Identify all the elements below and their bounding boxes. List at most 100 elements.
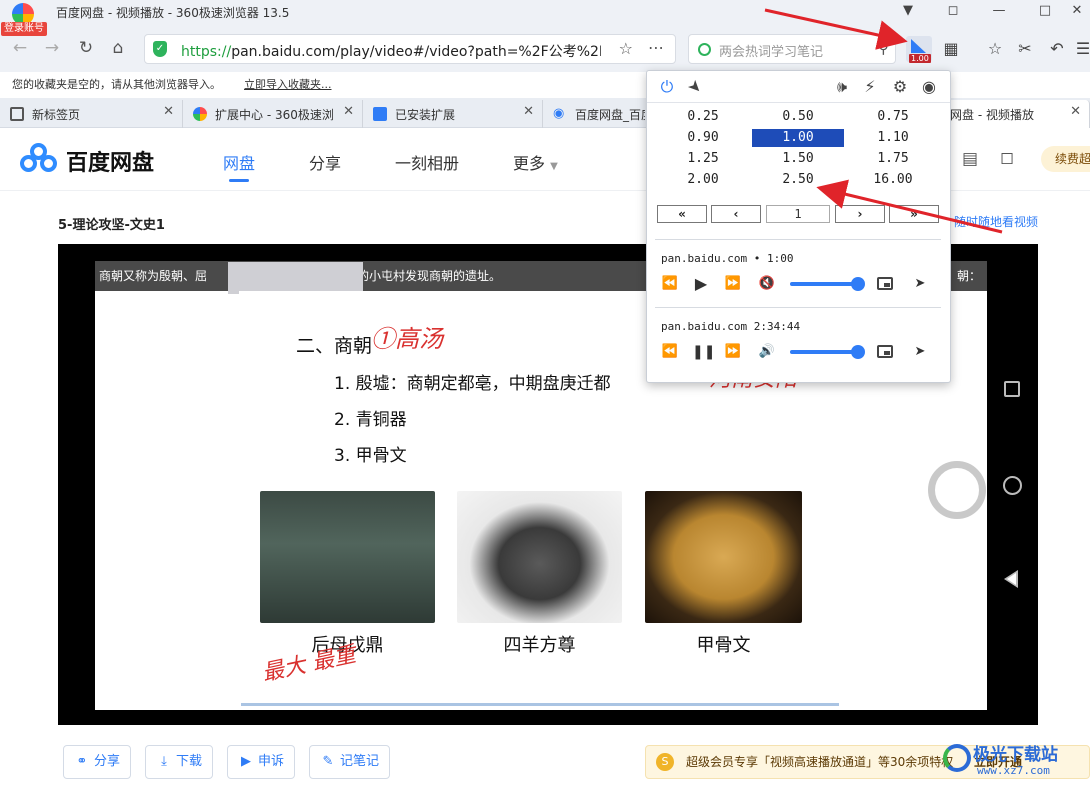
slide-line: 2. 青铜器	[334, 410, 407, 430]
speed-option[interactable]: 1.10	[847, 129, 939, 147]
rewind-icon[interactable]: ⏪	[661, 275, 679, 293]
apps-grid-icon[interactable]: ▦	[938, 36, 964, 62]
popup-toolbar: ⏻ ➤ 🕪 ⚡ ⚙ ◉	[647, 71, 950, 103]
shirt-skin-icon[interactable]: ◻	[942, 1, 964, 21]
close-tab-icon[interactable]: ✕	[523, 104, 534, 119]
volume-knob[interactable]	[851, 345, 865, 359]
home-circle-icon[interactable]	[1003, 476, 1022, 495]
lightning-icon[interactable]: ⚡	[859, 76, 881, 98]
reload-icon[interactable]: ↻	[74, 36, 98, 60]
puzzle-icon	[373, 107, 387, 121]
volume-icon[interactable]: 🔊	[758, 343, 776, 361]
tab-installed-extensions[interactable]: 已安装扩展 ✕	[363, 100, 543, 128]
take-notes-button[interactable]: ✎ 记笔记	[309, 745, 391, 779]
favorites-list-icon[interactable]: ☆	[982, 36, 1008, 62]
speed-option[interactable]: 0.25	[657, 108, 749, 126]
slide-line: 1. 殷墟：商朝定都亳，中期盘庚迁都	[334, 374, 611, 394]
renew-button[interactable]: 续费超	[1041, 146, 1090, 172]
share-icon: ⚭	[76, 754, 88, 769]
share-button[interactable]: ⚭ 分享	[63, 745, 132, 779]
secure-shield-icon[interactable]: ✓	[153, 41, 167, 57]
speed-option[interactable]: 2.00	[657, 171, 749, 189]
more-dots-icon[interactable]: ⋯	[648, 38, 665, 57]
speed-option[interactable]: 16.00	[847, 171, 939, 189]
back-triangle-icon[interactable]	[1004, 570, 1018, 588]
fast-forward-icon[interactable]: ⏩	[724, 343, 742, 361]
close-tab-icon[interactable]: ✕	[1070, 104, 1081, 119]
forward-icon[interactable]: →	[40, 36, 64, 60]
tab-video-play[interactable]: 度网盘 - 视频播放 ✕	[930, 100, 1090, 128]
muted-icon[interactable]: 🔇	[758, 275, 776, 293]
nav-album[interactable]: 一刻相册	[395, 150, 459, 174]
pin-icon[interactable]: ➤	[679, 71, 710, 102]
power-icon[interactable]: ⏻	[656, 76, 678, 98]
close-tab-icon[interactable]: ✕	[343, 104, 354, 119]
recent-apps-icon[interactable]	[1004, 381, 1020, 397]
rewind-icon[interactable]: ⏪	[661, 343, 679, 361]
minimize-icon[interactable]: —	[988, 1, 1010, 21]
nav-pan[interactable]: 网盘	[223, 150, 255, 174]
speed-option[interactable]: 2.50	[752, 171, 844, 189]
nav-share[interactable]: 分享	[309, 150, 341, 174]
speed-option-selected[interactable]: 1.00	[752, 129, 844, 147]
tab-new-tab[interactable]: 新标签页 ✕	[0, 100, 183, 128]
tab-extension-center[interactable]: 扩展中心 - 360极速浏 ✕	[183, 100, 363, 128]
video-title: 5-理论攻坚-文史1	[58, 218, 165, 233]
nav-more[interactable]: 更多 ▼	[513, 150, 558, 174]
close-window-icon[interactable]: ✕	[1066, 1, 1088, 21]
back-icon[interactable]: ←	[8, 36, 32, 60]
speed-option[interactable]: 0.75	[847, 108, 939, 126]
slide-divider	[241, 703, 839, 706]
volume-icon[interactable]: 🕪	[831, 76, 853, 98]
volume-knob[interactable]	[851, 277, 865, 291]
baidu-pan-brand[interactable]: 百度网盘	[66, 145, 154, 177]
url-field[interactable]: ✓ https://pan.baidu.com/play/video#/vide…	[144, 34, 676, 64]
import-bookmarks-link[interactable]: 立即导入收藏夹...	[244, 76, 332, 92]
page-number-field[interactable]: 1	[766, 205, 830, 223]
search-input[interactable]: 两会热词学习笔记 ⚲	[688, 34, 896, 64]
speed-option[interactable]: 0.50	[752, 108, 844, 126]
speed-option[interactable]: 1.50	[752, 150, 844, 168]
login-badge[interactable]: 登录账号	[1, 22, 47, 36]
tab-baidu-pan[interactable]: ◉ 百度网盘_百度	[543, 100, 653, 128]
appeal-button[interactable]: ▶ 申诉	[227, 745, 296, 779]
fast-forward-icon[interactable]: ⏩	[724, 275, 742, 293]
cursor-icon[interactable]: ➤	[911, 343, 929, 361]
media-title: pan.baidu.com 2:34:44	[661, 320, 801, 333]
scissors-icon[interactable]: ✂	[1012, 36, 1038, 62]
close-tab-icon[interactable]: ✕	[163, 104, 174, 119]
last-page-button[interactable]: »	[889, 205, 939, 223]
pause-icon[interactable]: ❚❚	[692, 343, 715, 361]
speed-option[interactable]: 0.90	[657, 129, 749, 147]
window-title: 百度网盘 - 视频播放 - 360极速浏览器 13.5	[56, 6, 290, 20]
search-icon[interactable]: ⚲	[878, 39, 889, 57]
picture-in-picture-icon[interactable]	[877, 345, 893, 358]
title-bar: 百度网盘 - 视频播放 - 360极速浏览器 13.5 ▼ ◻ — □ ✕	[0, 0, 1090, 25]
baidu-pan-logo-icon[interactable]	[20, 143, 60, 175]
speed-controller-extension-icon[interactable]: 1.00	[906, 36, 932, 63]
first-page-button[interactable]: «	[657, 205, 707, 223]
play-icon[interactable]: ▶	[692, 275, 710, 293]
speed-option[interactable]: 1.75	[847, 150, 939, 168]
download-button[interactable]: ⤓ 下载	[145, 745, 214, 779]
clipboard-icon[interactable]: ▤	[962, 149, 978, 169]
bookmark-star-icon[interactable]: ☆	[619, 39, 633, 58]
speed-option[interactable]: 1.25	[657, 150, 749, 168]
slide-line: 3. 甲骨文	[334, 446, 407, 466]
watch-anywhere-link[interactable]: 随时随地看视频	[954, 213, 1038, 230]
gear-icon[interactable]: ⚙	[889, 76, 911, 98]
menu-icon[interactable]: ☰	[1070, 36, 1090, 62]
account-icon[interactable]: ▼	[897, 1, 919, 21]
shirt-icon[interactable]: ◻	[1000, 148, 1014, 168]
undo-icon[interactable]: ↶	[1044, 36, 1070, 62]
prev-page-button[interactable]: ‹	[711, 205, 761, 223]
speed-controller-popup: ⏻ ➤ 🕪 ⚡ ⚙ ◉ 0.25 0.50 0.75 0.90 1.00 1.1…	[646, 70, 951, 383]
next-page-button[interactable]: ›	[835, 205, 885, 223]
cursor-icon[interactable]: ➤	[911, 275, 929, 293]
tab-label: 扩展中心 - 360极速浏	[215, 108, 334, 122]
home-icon[interactable]: ⌂	[106, 36, 130, 60]
picture-in-picture-icon[interactable]	[877, 277, 893, 290]
github-icon[interactable]: ◉	[918, 76, 940, 98]
maximize-icon[interactable]: □	[1034, 1, 1056, 21]
url-text[interactable]: https://pan.baidu.com/play/video#/video?…	[181, 41, 601, 61]
